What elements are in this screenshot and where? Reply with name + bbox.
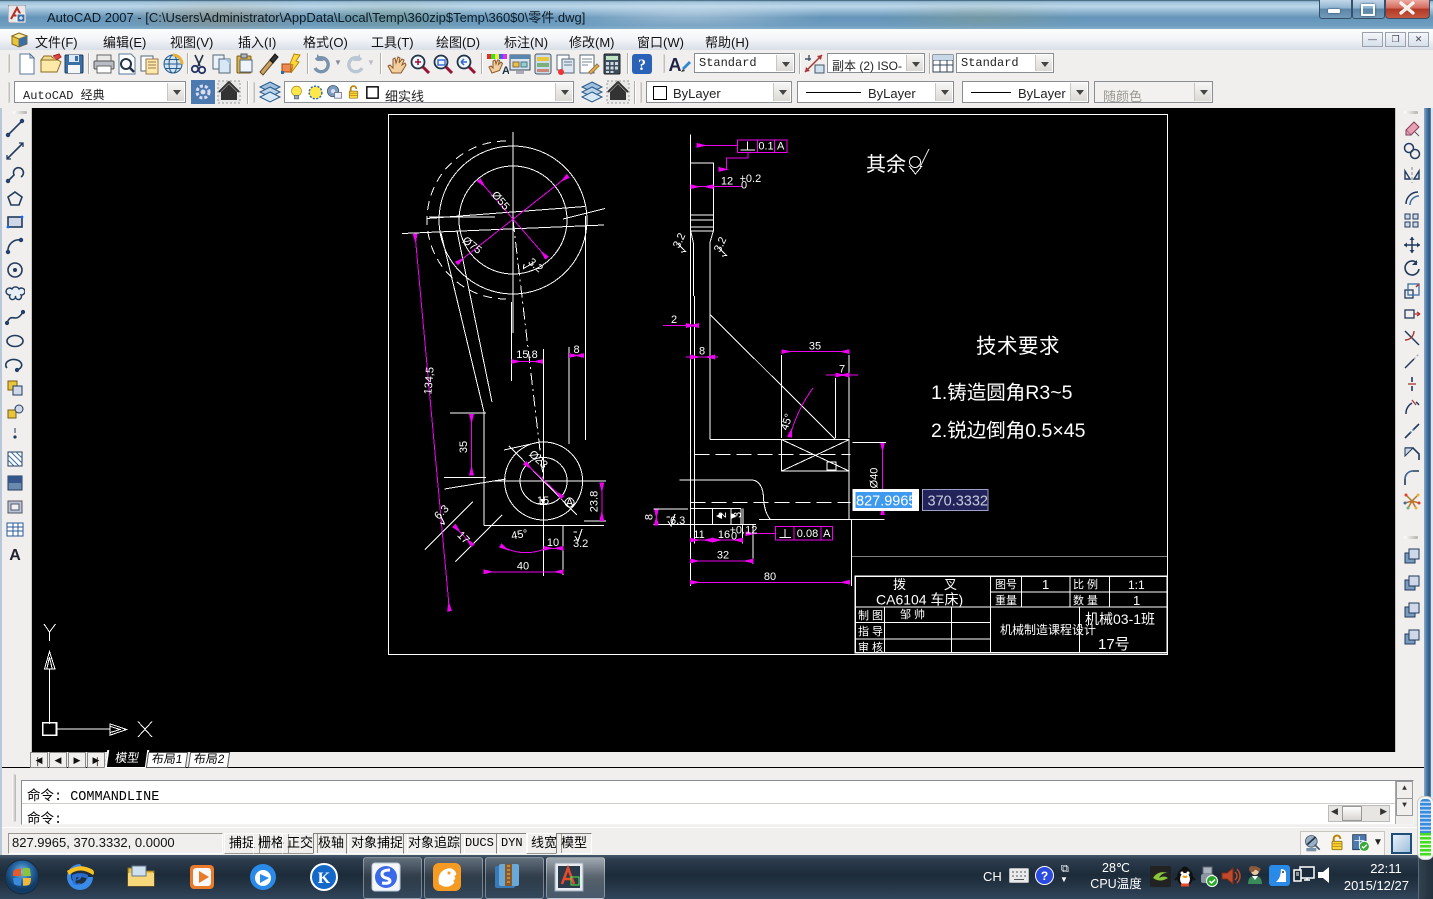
svg-text:技术要求: 技术要求: [976, 335, 1060, 358]
svg-text:1.铸造圆角R3~5: 1.铸造圆角R3~5: [931, 382, 1073, 404]
svg-text:32: 32: [717, 550, 729, 562]
svg-text:拨: 拨: [893, 577, 906, 592]
svg-text:8: 8: [699, 346, 705, 358]
svg-text:8: 8: [573, 344, 579, 356]
svg-text:8: 8: [644, 514, 656, 520]
svg-text:3.2: 3.2: [573, 538, 588, 550]
svg-text:370.3332: 370.3332: [928, 494, 988, 510]
svg-text:重量: 重量: [995, 593, 1017, 607]
svg-text:3: 3: [732, 512, 744, 518]
svg-text:0.1: 0.1: [758, 141, 773, 153]
svg-text:0: 0: [741, 180, 747, 192]
svg-text:e: e: [72, 865, 82, 890]
svg-text:1:1: 1:1: [1128, 578, 1145, 592]
svg-text:10: 10: [547, 537, 559, 549]
svg-text:机械制造课程设计: 机械制造课程设计: [1000, 622, 1096, 637]
svg-text:机械03-1班: 机械03-1班: [1085, 611, 1155, 627]
svg-text:CA6104 车床): CA6104 车床): [876, 592, 963, 608]
svg-text:15.8: 15.8: [516, 349, 537, 361]
svg-text:Ø75: Ø75: [460, 235, 484, 257]
svg-text:数 量: 数 量: [1073, 594, 1098, 607]
svg-text:23.8: 23.8: [589, 491, 601, 512]
svg-text:35: 35: [458, 441, 470, 453]
svg-text:叉: 叉: [944, 577, 957, 592]
svg-text:3.2: 3.2: [712, 235, 729, 254]
svg-text:1: 1: [1133, 593, 1140, 608]
svg-text:比 例: 比 例: [1073, 577, 1098, 591]
svg-text:2.锐边倒角0.5×45: 2.锐边倒角0.5×45: [931, 420, 1086, 442]
svg-text:K: K: [318, 870, 331, 887]
svg-text:图号: 图号: [995, 578, 1017, 591]
svg-text:3.2: 3.2: [671, 231, 688, 250]
svg-text:A: A: [566, 497, 574, 509]
svg-text:80: 80: [764, 571, 776, 583]
svg-text:45°: 45°: [510, 528, 528, 543]
svg-text:6.3: 6.3: [670, 515, 685, 527]
svg-text:16: 16: [718, 529, 730, 541]
svg-text:2: 2: [671, 314, 677, 326]
svg-text:A: A: [823, 528, 831, 540]
svg-text:Ø40: Ø40: [869, 468, 881, 489]
svg-text:1: 1: [1042, 577, 1049, 592]
svg-text:制 图: 制 图: [858, 609, 883, 622]
svg-text:0: 0: [731, 531, 737, 543]
svg-text:审 核: 审 核: [858, 640, 883, 654]
svg-text:17: 17: [455, 529, 472, 546]
svg-text:A: A: [777, 141, 785, 153]
svg-text:827.9965: 827.9965: [856, 494, 916, 510]
svg-text:17号: 17号: [1098, 636, 1130, 653]
svg-text:40: 40: [517, 561, 529, 573]
svg-text:0.08: 0.08: [797, 528, 818, 540]
svg-text:Ø55: Ø55: [489, 189, 512, 213]
svg-text:6.3: 6.3: [432, 503, 451, 522]
svg-text:12: 12: [721, 176, 733, 188]
svg-text:134,5: 134,5: [422, 367, 436, 395]
svg-text:7: 7: [839, 364, 845, 376]
svg-text:其余: 其余: [866, 153, 906, 176]
svg-text:指 导: 指 导: [858, 624, 883, 638]
svg-text:邹 帅: 邹 帅: [900, 608, 925, 621]
svg-text:35: 35: [809, 341, 821, 353]
svg-text:11: 11: [693, 529, 704, 541]
svg-text:2: 2: [717, 512, 729, 518]
svg-text:?: ?: [1041, 869, 1048, 883]
